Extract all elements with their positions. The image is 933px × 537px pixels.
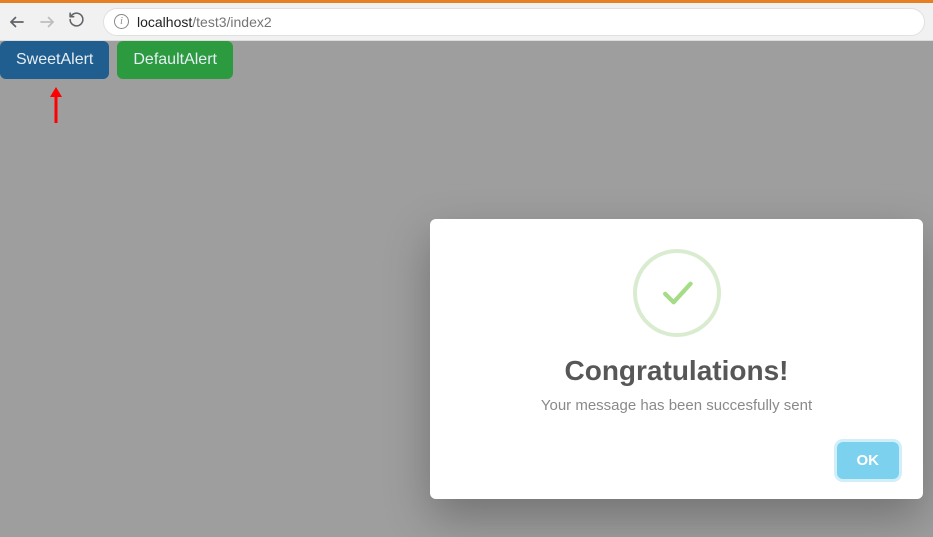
page-content: SweetAlert DefaultAlert Congratulations!… xyxy=(0,41,933,537)
success-modal: Congratulations! Your message has been s… xyxy=(430,219,923,499)
modal-title: Congratulations! xyxy=(454,355,899,387)
modal-actions: OK xyxy=(454,442,899,479)
site-info-icon[interactable]: i xyxy=(114,14,129,29)
success-icon xyxy=(633,249,721,337)
checkmark-icon xyxy=(655,271,699,315)
url-host: localhost xyxy=(137,14,192,30)
annotation-arrow-icon xyxy=(48,87,64,123)
back-button[interactable] xyxy=(8,13,26,31)
button-row: SweetAlert DefaultAlert xyxy=(0,41,233,79)
address-bar[interactable]: i localhost/test3/index2 xyxy=(103,8,925,36)
ok-button[interactable]: OK xyxy=(837,442,900,479)
browser-toolbar: i localhost/test3/index2 xyxy=(0,3,933,41)
sweetalert-button[interactable]: SweetAlert xyxy=(0,41,109,79)
forward-button[interactable] xyxy=(38,13,56,31)
reload-button[interactable] xyxy=(68,11,85,33)
url-path: /test3/index2 xyxy=(192,14,271,30)
modal-message: Your message has been succesfully sent xyxy=(454,397,899,414)
url-text: localhost/test3/index2 xyxy=(137,14,272,30)
defaultalert-button[interactable]: DefaultAlert xyxy=(117,41,233,79)
